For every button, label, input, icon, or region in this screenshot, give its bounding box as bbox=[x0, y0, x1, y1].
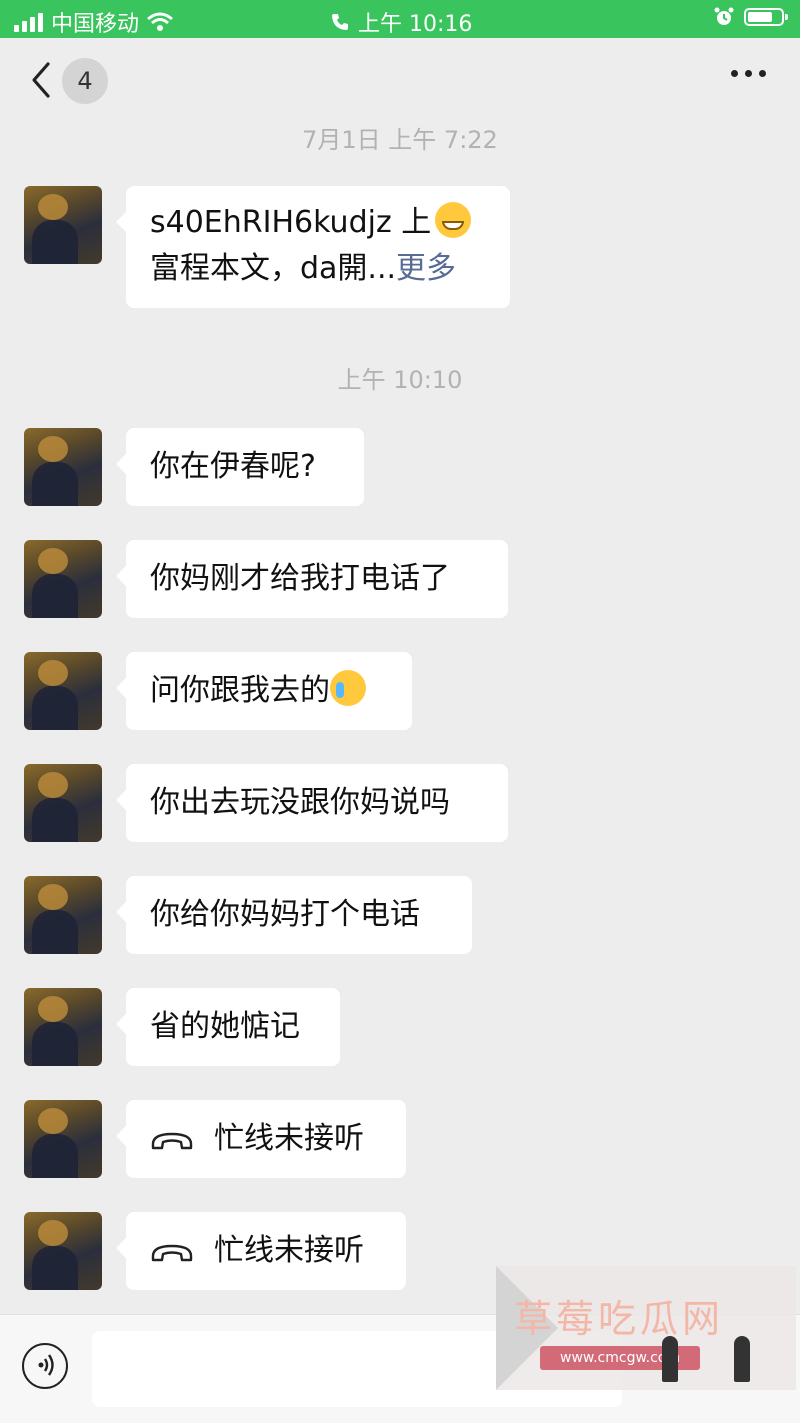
message-bubble[interactable]: 省的她惦记 bbox=[116, 988, 340, 1066]
message-text: 忙线未接听 bbox=[214, 1121, 364, 1156]
timestamp: 7月1日 上午 7:22 bbox=[302, 126, 498, 154]
message-text: 忙线未接听 bbox=[214, 1233, 364, 1268]
message-bubble[interactable]: 你在伊春呢? bbox=[116, 428, 364, 506]
carrier-label: 中国移动 bbox=[51, 12, 140, 37]
message-list[interactable]: 7月1日 上午 7:22 s40EhRIH6kudjz 上 富程本文，da開..… bbox=[0, 124, 800, 1314]
message-bubble[interactable]: 你妈刚才给我打电话了 bbox=[116, 540, 508, 618]
avatar[interactable] bbox=[24, 1100, 102, 1178]
voice-input-icon[interactable] bbox=[22, 1343, 68, 1389]
avatar[interactable] bbox=[24, 988, 102, 1066]
unread-count-badge[interactable]: 4 bbox=[62, 58, 108, 104]
status-bar: 中国移动 上午 10:16 bbox=[0, 0, 800, 38]
message-text: 富程本文，da開... bbox=[150, 251, 397, 286]
watermark-mark bbox=[734, 1336, 750, 1382]
watermark: 草莓吃瓜网 www.cmcgw.com bbox=[496, 1266, 796, 1390]
missed-call-icon bbox=[151, 1244, 193, 1262]
message-bubble[interactable]: 你出去玩没跟你妈说吗 bbox=[116, 764, 508, 842]
chat-header: 4 bbox=[0, 38, 800, 124]
timestamp: 上午 10:10 bbox=[337, 366, 463, 394]
battery-icon bbox=[744, 8, 788, 26]
phone-call-icon bbox=[332, 14, 348, 30]
alarm-icon bbox=[714, 7, 734, 25]
more-link[interactable]: 更多 bbox=[396, 251, 456, 286]
message-text: 你妈刚才给我打电话了 bbox=[150, 561, 450, 596]
avatar[interactable] bbox=[24, 428, 102, 506]
message-text: 你出去玩没跟你妈说吗 bbox=[150, 785, 450, 820]
watermark-title: 草莓吃瓜网 bbox=[514, 1297, 725, 1341]
status-time: 上午 10:16 bbox=[358, 12, 473, 37]
avatar[interactable] bbox=[24, 876, 102, 954]
avatar[interactable] bbox=[24, 764, 102, 842]
message-text: 问你跟我去的 bbox=[150, 673, 330, 708]
watermark-mark bbox=[662, 1336, 678, 1382]
grinning-emoji-icon bbox=[435, 202, 472, 238]
message-text: 你在伊春呢? bbox=[150, 449, 316, 484]
wifi-icon bbox=[147, 12, 173, 31]
message-bubble[interactable]: 你给你妈妈打个电话 bbox=[116, 876, 472, 954]
more-options-icon[interactable] bbox=[731, 70, 766, 77]
crying-laughing-emoji-icon bbox=[330, 670, 366, 706]
missed-call-bubble[interactable]: 忙线未接听 bbox=[116, 1212, 406, 1290]
message-text: 你给你妈妈打个电话 bbox=[150, 897, 420, 932]
message-bubble[interactable]: 问你跟我去的 bbox=[116, 652, 412, 730]
missed-call-bubble[interactable]: 忙线未接听 bbox=[116, 1100, 406, 1178]
message-text: 省的她惦记 bbox=[150, 1009, 300, 1044]
signal-icon bbox=[14, 12, 43, 32]
message-bubble[interactable]: s40EhRIH6kudjz 上 富程本文，da開...更多 bbox=[116, 186, 510, 308]
back-arrow-icon[interactable] bbox=[28, 60, 56, 100]
message-text: s40EhRIH6kudjz 上 bbox=[150, 205, 432, 240]
avatar[interactable] bbox=[24, 540, 102, 618]
avatar[interactable] bbox=[24, 1212, 102, 1290]
avatar[interactable] bbox=[24, 186, 102, 264]
missed-call-icon bbox=[151, 1132, 193, 1150]
avatar[interactable] bbox=[24, 652, 102, 730]
